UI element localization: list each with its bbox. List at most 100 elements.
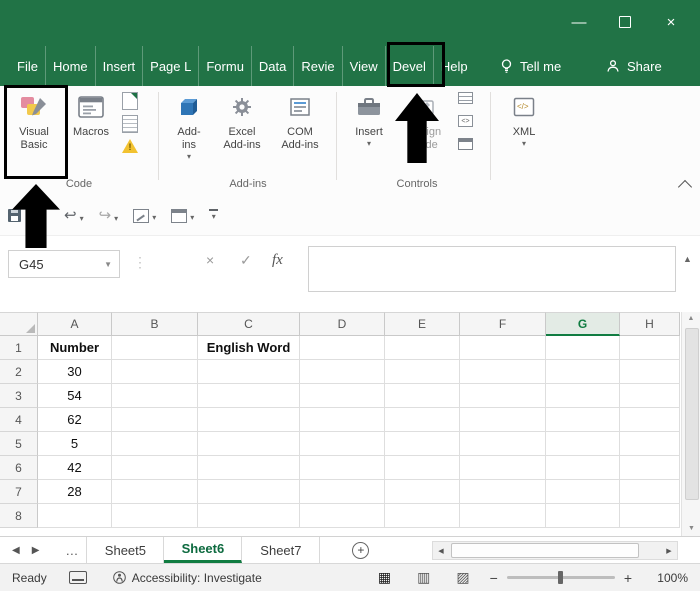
design-mode-button[interactable]: Design Mode — [396, 90, 452, 152]
close-button[interactable]: × — [648, 6, 694, 38]
select-all-corner[interactable] — [0, 312, 38, 336]
zoom-slider[interactable] — [507, 576, 615, 579]
column-header-A[interactable]: A — [38, 312, 112, 336]
maximize-button[interactable] — [602, 6, 648, 38]
formula-bar-drag-handle[interactable]: ⋮ — [133, 254, 148, 271]
properties-button[interactable] — [458, 92, 474, 108]
scroll-left-icon[interactable]: ◀ — [433, 547, 449, 555]
cell-B1[interactable] — [112, 336, 198, 360]
cell-D5[interactable] — [300, 432, 385, 456]
ribbon-tab-formu[interactable]: Formu — [198, 46, 251, 86]
cell-A2[interactable]: 30 — [38, 360, 112, 384]
scroll-up-icon[interactable]: ▲ — [682, 312, 700, 326]
record-macro-button[interactable] — [122, 92, 138, 108]
column-header-D[interactable]: D — [300, 312, 385, 336]
cell-E4[interactable] — [385, 408, 460, 432]
horizontal-scrollbar[interactable]: ◀ ▶ — [432, 541, 678, 560]
ribbon-tab-data[interactable]: Data — [251, 46, 293, 86]
cell-C2[interactable] — [198, 360, 300, 384]
cell-B4[interactable] — [112, 408, 198, 432]
relative-references-button[interactable] — [122, 115, 138, 131]
cell-G6[interactable] — [546, 456, 620, 480]
cell-A3[interactable]: 54 — [38, 384, 112, 408]
cell-H2[interactable] — [620, 360, 680, 384]
cell-C1[interactable]: English Word — [198, 336, 300, 360]
qat-button-3[interactable]: ▾ — [133, 209, 156, 223]
save-button[interactable] — [8, 209, 21, 222]
column-header-G[interactable]: G — [546, 312, 620, 336]
cell-B5[interactable] — [112, 432, 198, 456]
cell-A4[interactable]: 62 — [38, 408, 112, 432]
customize-quick-access-button[interactable]: ▾ — [209, 209, 218, 222]
cell-C5[interactable] — [198, 432, 300, 456]
undo-button[interactable]: ↩ ▾ — [64, 208, 84, 224]
cell-A7[interactable]: 28 — [38, 480, 112, 504]
row-header-1[interactable]: 1 — [0, 336, 38, 360]
cell-G2[interactable] — [546, 360, 620, 384]
ribbon-tab-insert[interactable]: Insert — [95, 46, 143, 86]
scroll-right-icon[interactable]: ▶ — [661, 547, 677, 555]
cell-D6[interactable] — [300, 456, 385, 480]
zoom-out-button[interactable]: − — [490, 570, 498, 586]
cell-D3[interactable] — [300, 384, 385, 408]
cell-E5[interactable] — [385, 432, 460, 456]
cell-G7[interactable] — [546, 480, 620, 504]
cancel-entry-button[interactable]: × — [206, 252, 214, 268]
cell-C3[interactable] — [198, 384, 300, 408]
vertical-scrollbar[interactable]: ▲ ▼ — [681, 312, 700, 536]
cell-H8[interactable] — [620, 504, 680, 528]
cell-B8[interactable] — [112, 504, 198, 528]
zoom-slider-thumb[interactable] — [558, 571, 563, 584]
cell-G4[interactable] — [546, 408, 620, 432]
cell-F8[interactable] — [460, 504, 546, 528]
row-header-4[interactable]: 4 — [0, 408, 38, 432]
collapse-ribbon-button[interactable] — [678, 180, 692, 194]
sheet-tab-sheet5[interactable]: Sheet5 — [86, 537, 164, 563]
cell-E8[interactable] — [385, 504, 460, 528]
normal-view-button[interactable]: ▦ — [378, 569, 391, 586]
row-header-7[interactable]: 7 — [0, 480, 38, 504]
column-header-E[interactable]: E — [385, 312, 460, 336]
ribbon-tab-view[interactable]: View — [342, 46, 385, 86]
cell-F2[interactable] — [460, 360, 546, 384]
ribbon-tab-revie[interactable]: Revie — [293, 46, 341, 86]
redo-button[interactable]: ↪ ▾ — [99, 208, 119, 224]
qat-button-4[interactable]: ▾ — [171, 209, 194, 223]
ribbon-tab-help[interactable]: Help — [433, 46, 475, 86]
cell-A8[interactable] — [38, 504, 112, 528]
cell-A6[interactable]: 42 — [38, 456, 112, 480]
zoom-level[interactable]: 100% — [652, 571, 688, 585]
ribbon-tab-devel[interactable]: Devel — [385, 46, 433, 86]
cell-E1[interactable] — [385, 336, 460, 360]
cell-C4[interactable] — [198, 408, 300, 432]
cell-C7[interactable] — [198, 480, 300, 504]
visual-basic-button[interactable]: Visual Basic — [6, 90, 62, 152]
cell-E6[interactable] — [385, 456, 460, 480]
cell-G8[interactable] — [546, 504, 620, 528]
sheet-tab-sheet7[interactable]: Sheet7 — [242, 537, 320, 563]
ribbon-tab-file[interactable]: File — [10, 46, 45, 86]
run-dialog-button[interactable] — [458, 138, 474, 154]
new-sheet-button[interactable]: + — [352, 537, 369, 563]
cell-H1[interactable] — [620, 336, 680, 360]
collapse-formula-bar-button[interactable]: ▲ — [683, 254, 692, 264]
cell-F6[interactable] — [460, 456, 546, 480]
page-layout-view-button[interactable]: ▥ — [417, 569, 430, 586]
ribbon-tab-home[interactable]: Home — [45, 46, 95, 86]
zoom-in-button[interactable]: + — [624, 570, 632, 586]
cell-H3[interactable] — [620, 384, 680, 408]
insert-control-button[interactable]: Insert ▾ — [346, 90, 392, 149]
row-header-6[interactable]: 6 — [0, 456, 38, 480]
cell-D7[interactable] — [300, 480, 385, 504]
cell-B7[interactable] — [112, 480, 198, 504]
cell-H7[interactable] — [620, 480, 680, 504]
cell-B6[interactable] — [112, 456, 198, 480]
cell-H5[interactable] — [620, 432, 680, 456]
vertical-scrollbar-thumb[interactable] — [685, 328, 699, 500]
cell-G5[interactable] — [546, 432, 620, 456]
ribbon-tab-page-l[interactable]: Page L — [142, 46, 198, 86]
cell-F7[interactable] — [460, 480, 546, 504]
com-add-ins-button[interactable]: COM Add-ins — [272, 90, 328, 152]
macros-button[interactable]: Macros — [66, 90, 116, 139]
share-button[interactable]: Share — [606, 46, 662, 86]
